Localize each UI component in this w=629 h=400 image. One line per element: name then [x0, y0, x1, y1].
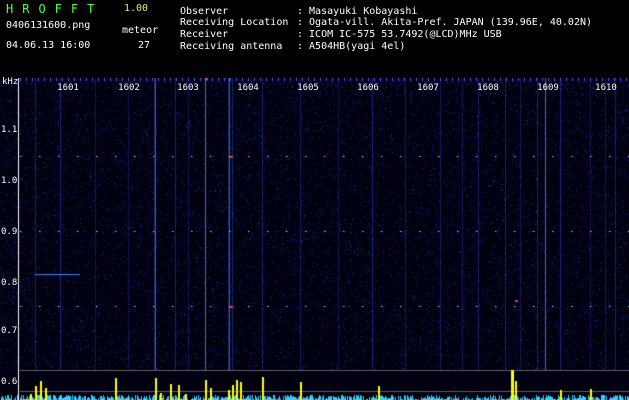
x-tick-label: 1601	[57, 83, 79, 93]
x-tick-label: 1602	[118, 83, 140, 93]
x-tick-label: 1610	[595, 83, 617, 93]
hrofft-window: HROFFT 1.00 0406131600.png meteor 04.06.…	[0, 0, 629, 400]
y-tick-label: 0.8	[1, 278, 17, 288]
x-tick-label: 1609	[537, 83, 559, 93]
x-tick-label: 1604	[237, 83, 259, 93]
y-tick-label: 0.7	[1, 326, 17, 336]
y-tick-label: 0.9	[1, 227, 17, 237]
x-tick-label: 1608	[477, 83, 499, 93]
x-tick-label: 1603	[177, 83, 199, 93]
y-tick-label: 1.1	[1, 125, 17, 135]
y-tick-label: 1.0	[1, 176, 17, 186]
x-tick-label: 1607	[417, 83, 439, 93]
x-tick-label: 1606	[357, 83, 379, 93]
y-axis-unit: kHz	[2, 77, 18, 87]
spectrogram-axes: kHz 1.1 1.0 0.9 0.8 0.7 0.6 1601 1602 1603 1604 1…	[1, 77, 617, 387]
y-tick-label: 0.6	[1, 377, 17, 387]
x-tick-label: 1605	[297, 83, 319, 93]
